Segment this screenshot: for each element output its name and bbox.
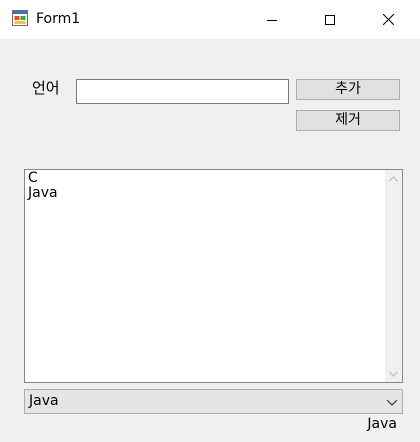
close-icon — [382, 14, 394, 25]
window-title: Form1 — [36, 11, 81, 27]
selected-language-label: Java — [367, 416, 397, 432]
close-button[interactable] — [365, 0, 411, 39]
combobox-selected-value: Java — [29, 393, 59, 409]
title-bar[interactable]: Form1 — [0, 0, 420, 39]
scroll-up-button[interactable] — [385, 170, 402, 187]
maximize-icon — [325, 14, 335, 25]
remove-button[interactable]: 제거 — [296, 110, 400, 131]
language-combobox[interactable]: Java — [24, 389, 403, 414]
form-app-icon — [12, 10, 28, 26]
list-items: C Java — [28, 171, 58, 201]
list-item[interactable]: Java — [28, 186, 58, 201]
language-label: 언어 — [32, 79, 60, 97]
language-input[interactable] — [76, 79, 289, 104]
form1-window: Form1 언어 추가 제거 C Java Java Java — [0, 0, 420, 442]
list-item[interactable]: C — [28, 171, 58, 186]
add-button[interactable]: 추가 — [296, 79, 400, 100]
scroll-down-button[interactable] — [385, 365, 402, 382]
minimize-button[interactable] — [249, 0, 295, 39]
chevron-up-icon — [389, 175, 398, 181]
dropdown-arrow-icon[interactable] — [386, 397, 398, 407]
vertical-scrollbar[interactable] — [385, 170, 402, 382]
language-listbox[interactable]: C Java — [24, 169, 403, 383]
chevron-down-icon — [389, 371, 398, 377]
maximize-button[interactable] — [307, 0, 353, 39]
minimize-icon — [267, 19, 277, 21]
